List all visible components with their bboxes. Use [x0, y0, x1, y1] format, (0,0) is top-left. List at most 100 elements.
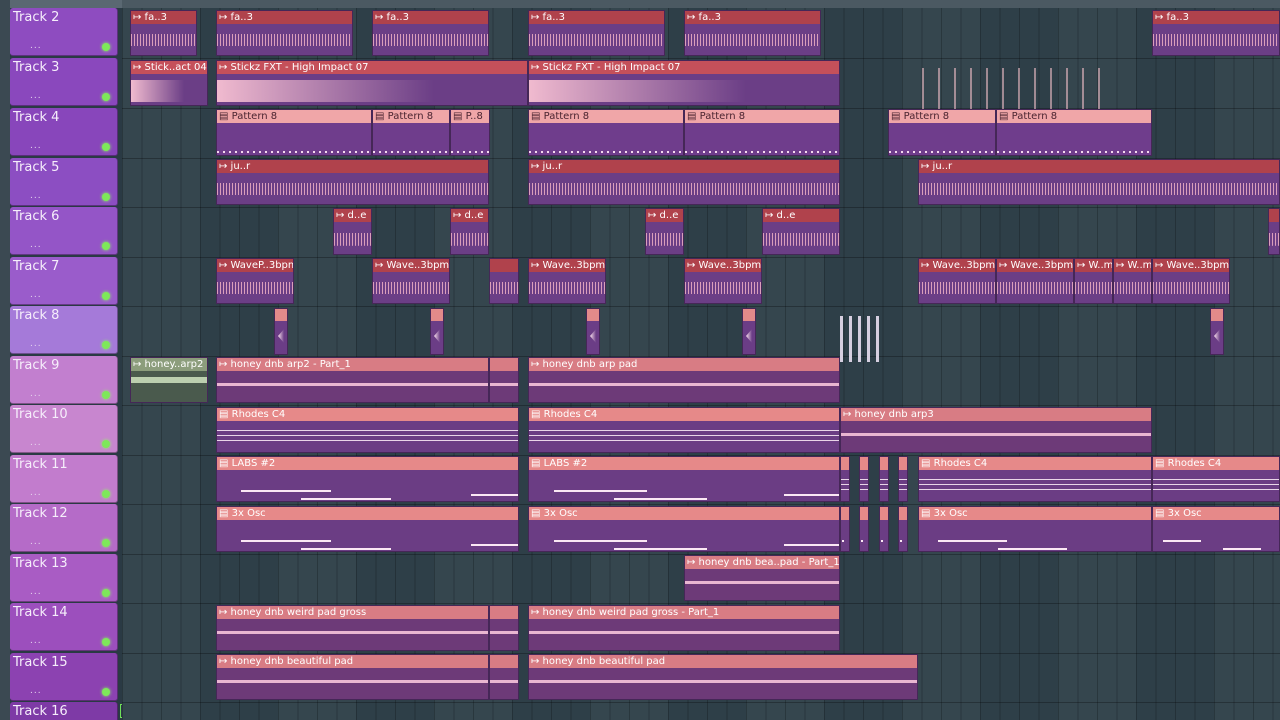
track-header[interactable]: Track 9... — [10, 356, 118, 404]
audio-clip-wave[interactable]: ↦ Wave..3bpm — [528, 258, 606, 304]
track-mute-led[interactable] — [102, 391, 110, 399]
track-grip[interactable]: ... — [30, 141, 42, 151]
audio-clip-jur[interactable]: ↦ ju..r — [216, 159, 489, 205]
audio-clip-honey-arp2[interactable]: ↦ honey..arp2 — [130, 357, 208, 403]
audio-clip-wave[interactable]: ↦ W..m — [1074, 258, 1113, 304]
track-grip[interactable]: ... — [30, 636, 42, 646]
pattern-clip-short[interactable] — [859, 506, 869, 552]
track-grip[interactable]: ... — [30, 240, 42, 250]
audio-clip-small[interactable] — [274, 308, 288, 355]
audio-clip-small[interactable] — [742, 308, 756, 355]
track-grip[interactable]: ... — [30, 438, 42, 448]
pattern-clip[interactable]: ▤ Pattern 8 — [996, 109, 1152, 156]
audio-clip-fa3[interactable]: ↦ fa..3 — [372, 10, 489, 56]
track-header[interactable]: Track 5... — [10, 158, 118, 206]
track-header[interactable]: Track 11... — [10, 455, 118, 503]
audio-clip-fa3[interactable]: ↦ fa..3 — [528, 10, 665, 56]
pattern-clip-3xosc[interactable]: ▤ 3x Osc — [216, 506, 519, 552]
track-mute-led[interactable] — [102, 688, 110, 696]
playlist-grid[interactable]: ↦ fa..3 ↦ fa..3 ↦ fa..3 ↦ fa..3 ↦ fa..3 … — [122, 8, 1280, 720]
track-grip[interactable]: ... — [30, 41, 42, 51]
audio-clip-beautiful-pad[interactable] — [489, 654, 519, 700]
track-mute-led[interactable] — [102, 242, 110, 250]
track-grip[interactable]: ... — [30, 686, 42, 696]
track-header[interactable]: Track 10... — [10, 405, 118, 453]
pattern-clip-short[interactable] — [840, 506, 850, 552]
audio-clip-weird-pad[interactable]: ↦ honey dnb weird pad gross - Part_1 — [528, 605, 840, 651]
track-header[interactable]: Track 7... — [10, 257, 118, 305]
track-grip[interactable]: ... — [30, 587, 42, 597]
audio-clip-jur[interactable]: ↦ ju..r — [528, 159, 840, 205]
audio-clip-de[interactable]: ↦ d..e — [333, 208, 372, 255]
pattern-clip[interactable]: ▤ Pattern 8 — [528, 109, 684, 156]
pattern-clip-labs[interactable]: ▤ LABS #2 — [216, 456, 519, 502]
track-header[interactable]: Track 16 — [10, 702, 118, 720]
pattern-clip-rhodes[interactable]: ▤ Rhodes C4 — [1152, 456, 1280, 502]
audio-clip-fa3[interactable]: ↦ fa..3 — [130, 10, 197, 56]
audio-clip-stickz[interactable]: ↦ Stickz FXT - High Impact 07 — [528, 60, 840, 106]
audio-clip-wave[interactable]: ↦ WaveP..3bpm — [216, 258, 294, 304]
audio-clip-de[interactable]: ↦ d..e — [762, 208, 840, 255]
pattern-clip-short[interactable] — [859, 456, 869, 502]
pattern-clip-3xosc[interactable]: ▤ 3x Osc — [528, 506, 840, 552]
audio-clip-wave[interactable]: ↦ Wave..3bpm — [1152, 258, 1230, 304]
pattern-clip-rhodes[interactable]: ▤ Rhodes C4 — [528, 407, 840, 453]
audio-clip-honey-beautiful-pad[interactable]: ↦ honey dnb bea..pad - Part_1 — [684, 555, 840, 601]
track-mute-led[interactable] — [102, 143, 110, 151]
track-header[interactable]: Track 13... — [10, 554, 118, 602]
audio-clip-small[interactable] — [430, 308, 444, 355]
track-mute-led[interactable] — [102, 539, 110, 547]
track-mute-led[interactable] — [102, 490, 110, 498]
audio-clip-stickz[interactable]: ↦ Stickz FXT - High Impact 07 — [216, 60, 528, 106]
track-header[interactable]: Track 6... — [10, 207, 118, 255]
audio-clip-small[interactable] — [1210, 308, 1224, 355]
track-header[interactable]: Track 15... — [10, 653, 118, 701]
pattern-clip[interactable]: ▤ P..8 — [450, 109, 490, 156]
audio-clip-fa3[interactable]: ↦ fa..3 — [216, 10, 353, 56]
track-mute-led[interactable] — [102, 193, 110, 201]
track-mute-led[interactable] — [102, 43, 110, 51]
audio-clip-jur[interactable]: ↦ ju..r — [918, 159, 1280, 205]
track-mute-led[interactable] — [102, 638, 110, 646]
track-header[interactable]: Track 4... — [10, 108, 118, 156]
audio-clip-de[interactable]: ↦ d..e — [450, 208, 489, 255]
audio-clip-stickz[interactable]: ↦ Stick..act 04 — [130, 60, 208, 106]
pattern-clip-short[interactable] — [879, 506, 889, 552]
track-grip[interactable]: ... — [30, 191, 42, 201]
track-header[interactable]: Track 2... — [10, 8, 118, 56]
pattern-clip[interactable]: ▤ Pattern 8 — [684, 109, 840, 156]
track-grip[interactable]: ... — [30, 537, 42, 547]
pattern-clip-rhodes[interactable]: ▤ Rhodes C4 — [216, 407, 519, 453]
audio-clip-weird-pad[interactable]: ↦ honey dnb weird pad gross — [216, 605, 489, 651]
audio-clip-honey-arp2[interactable] — [489, 357, 519, 403]
track-header[interactable]: Track 14... — [10, 603, 118, 651]
track-mute-led[interactable] — [102, 440, 110, 448]
track-header[interactable]: Track 12... — [10, 504, 118, 552]
audio-clip-weird-pad[interactable] — [489, 605, 519, 651]
pattern-clip-short[interactable] — [879, 456, 889, 502]
pattern-clip[interactable]: ▤ Pattern 8 — [216, 109, 372, 156]
pattern-clip-labs[interactable]: ▤ LABS #2 — [528, 456, 840, 502]
pattern-clip-short[interactable] — [898, 506, 908, 552]
audio-clip-de[interactable]: ↦ d..e — [645, 208, 684, 255]
pattern-clip-3xosc[interactable]: ▤ 3x Osc — [1152, 506, 1280, 552]
audio-clip-wave[interactable]: ↦ Wave..3bpm — [684, 258, 762, 304]
track-grip[interactable]: ... — [30, 91, 42, 101]
audio-clip-fa3[interactable]: ↦ fa..3 — [1152, 10, 1280, 56]
pattern-clip-3xosc[interactable]: ▤ 3x Osc — [918, 506, 1152, 552]
audio-clip-wave[interactable]: ↦ Wave..3bpm — [918, 258, 996, 304]
audio-clip-wave[interactable]: ↦ Wave..3bpm — [372, 258, 450, 304]
pattern-clip[interactable]: ▤ Pattern 8 — [888, 109, 996, 156]
timeline-ruler[interactable] — [0, 0, 1280, 8]
audio-clip-wave[interactable]: ↦ W..m — [1113, 258, 1152, 304]
track-header[interactable]: Track 3... — [10, 58, 118, 106]
pattern-clip-short[interactable] — [898, 456, 908, 502]
audio-clip-beautiful-pad[interactable]: ↦ honey dnb beautiful pad — [216, 654, 489, 700]
pattern-clip-rhodes[interactable]: ▤ Rhodes C4 — [918, 456, 1152, 502]
audio-clip-wave[interactable]: ↦ Wave..3bpm — [996, 258, 1074, 304]
pattern-clip[interactable]: ▤ Pattern 8 — [372, 109, 450, 156]
audio-clip-beautiful-pad[interactable]: ↦ honey dnb beautiful pad — [528, 654, 918, 700]
audio-clip-small[interactable] — [586, 308, 600, 355]
audio-clip-de[interactable] — [1268, 208, 1280, 255]
track-header[interactable]: Track 8... — [10, 306, 118, 354]
